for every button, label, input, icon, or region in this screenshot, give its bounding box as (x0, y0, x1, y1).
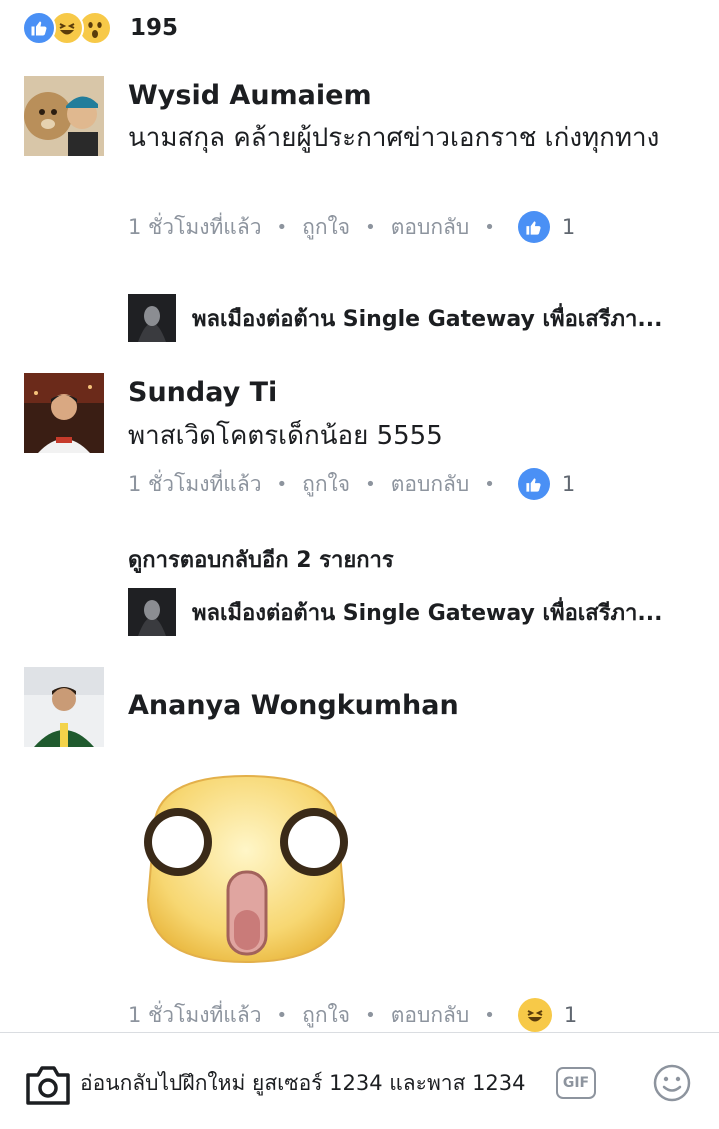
comment-text: นามสกุล คล้ายผู้ประกาศข่าวเอกราช เก่งทุก… (128, 123, 660, 153)
reply-link[interactable]: ตอบกลับ (391, 468, 470, 501)
reply-preview[interactable]: พลเมืองต่อต้าน Single Gateway เพื่อเสรีภ… (128, 294, 719, 342)
like-link[interactable]: ถูกใจ (302, 468, 350, 501)
haha-icon (517, 998, 552, 1032)
separator-dot: • (365, 473, 376, 495)
avatar[interactable] (24, 76, 104, 156)
reply-avatar (128, 294, 176, 342)
comment-reaction[interactable]: 1 (517, 211, 576, 243)
comment-author[interactable]: Wysid Aumaiem (128, 80, 372, 111)
comment-actions: 1 ชั่วโมงที่แล้ว • ถูกใจ • ตอบกลับ • 1 (128, 209, 575, 245)
camera-icon[interactable] (24, 1063, 72, 1107)
separator-dot: • (365, 1004, 376, 1026)
comment-composer: อ่อนกลับไปฝึกใหม่ ยูสเซอร์ 1234 และพาส 1… (0, 1032, 719, 1129)
separator-dot: • (276, 216, 288, 238)
comment-text: พาสเวิดโคตรเด็กน้อย 5555 (128, 421, 443, 451)
comment-time[interactable]: 1 ชั่วโมงที่แล้ว (128, 211, 262, 244)
comment-reaction-count: 1 (561, 215, 576, 239)
reply-avatar (128, 588, 176, 636)
reply-preview[interactable]: พลเมืองต่อต้าน Single Gateway เพื่อเสรีภ… (128, 588, 719, 636)
comment-reaction-count: 1 (563, 1003, 578, 1027)
like-icon (517, 211, 550, 243)
separator-dot: • (484, 1004, 495, 1026)
comment-reaction-count: 1 (561, 472, 576, 496)
comment-actions: 1 ชั่วโมงที่แล้ว • ถูกใจ • ตอบกลับ • 1 (128, 466, 575, 502)
like-icon (22, 11, 56, 45)
comment-author[interactable]: Ananya Wongkumhan (128, 690, 459, 721)
gif-button[interactable]: GIF (556, 1067, 596, 1099)
comment-time[interactable]: 1 ชั่วโมงที่แล้ว (128, 468, 262, 501)
separator-dot: • (484, 216, 495, 238)
reply-link[interactable]: ตอบกลับ (391, 999, 470, 1032)
avatar[interactable] (24, 373, 104, 453)
separator-dot: • (276, 473, 288, 495)
reactions-summary[interactable]: 195 (22, 8, 178, 48)
comment-input[interactable]: อ่อนกลับไปฝึกใหม่ ยูสเซอร์ 1234 และพาส 1… (80, 1067, 526, 1100)
comment-time[interactable]: 1 ชั่วโมงที่แล้ว (128, 999, 262, 1032)
smiley-icon[interactable] (652, 1063, 692, 1103)
comment-reaction[interactable]: 1 (517, 998, 578, 1032)
separator-dot: • (365, 216, 376, 238)
comment-reaction[interactable]: 1 (517, 468, 576, 500)
reply-preview-text: พลเมืองต่อต้าน Single Gateway เพื่อเสรีภ… (192, 600, 663, 626)
separator-dot: • (276, 1004, 288, 1026)
reaction-count: 195 (130, 15, 179, 41)
comment-author[interactable]: Sunday Ti (128, 377, 277, 408)
shocked-face-sticker (134, 770, 358, 966)
like-link[interactable]: ถูกใจ (302, 999, 350, 1032)
reply-link[interactable]: ตอบกลับ (391, 211, 470, 244)
like-icon (517, 468, 550, 500)
like-link[interactable]: ถูกใจ (302, 211, 350, 244)
comment-actions: 1 ชั่วโมงที่แล้ว • ถูกใจ • ตอบกลับ • 1 (128, 997, 577, 1033)
avatar[interactable] (24, 667, 104, 747)
reply-preview-text: พลเมืองต่อต้าน Single Gateway เพื่อเสรีภ… (192, 306, 663, 332)
view-more-replies-link[interactable]: ดูการตอบกลับอีก 2 รายการ (128, 542, 394, 577)
separator-dot: • (484, 473, 495, 495)
